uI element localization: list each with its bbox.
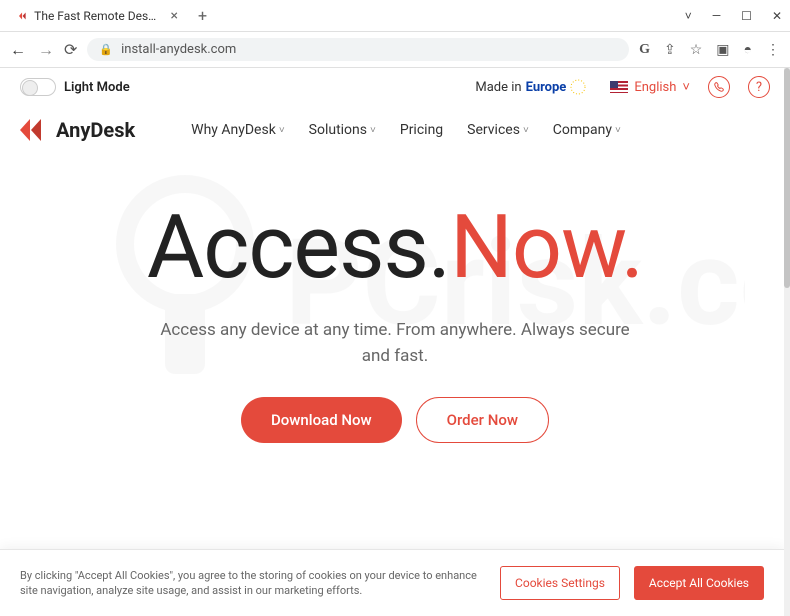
main-nav: AnyDesk Why AnyDesk˅ Solutions˅ Pricing … xyxy=(0,106,790,154)
hero-title: Access.Now. xyxy=(60,204,730,292)
minimize-icon[interactable]: — xyxy=(712,9,721,23)
cookie-banner: By clicking "Accept All Cookies", you ag… xyxy=(0,549,784,616)
nav-why-anydesk[interactable]: Why AnyDesk˅ xyxy=(191,122,285,138)
lightmode-label: Light Mode xyxy=(64,80,130,95)
eu-stars-icon xyxy=(570,79,586,95)
language-label: English xyxy=(634,80,676,95)
lightmode-toggle[interactable] xyxy=(20,78,56,96)
bookmark-star-icon[interactable]: ☆ xyxy=(690,42,703,58)
phone-icon[interactable] xyxy=(708,76,730,98)
nav-solutions[interactable]: Solutions˅ xyxy=(309,122,376,138)
download-now-button[interactable]: Download Now xyxy=(241,397,402,443)
tab-favicon-icon xyxy=(18,9,28,23)
logo[interactable]: AnyDesk xyxy=(20,118,135,142)
nav-label: Pricing xyxy=(400,122,443,138)
back-icon[interactable]: ← xyxy=(10,40,26,60)
cookie-text: By clicking "Accept All Cookies", you ag… xyxy=(20,568,486,599)
nav-label: Services xyxy=(467,122,520,138)
nav-links: Why AnyDesk˅ Solutions˅ Pricing Services… xyxy=(191,122,621,138)
scrollbar-track[interactable] xyxy=(784,68,790,616)
browser-tab[interactable]: The Fast Remote Desktop Applic × xyxy=(8,4,188,28)
tab-close-icon[interactable]: × xyxy=(171,8,178,24)
chevron-down-icon: ˅ xyxy=(279,125,285,136)
help-icon[interactable]: ? xyxy=(748,76,770,98)
nav-label: Why AnyDesk xyxy=(191,122,276,138)
tab-title: The Fast Remote Desktop Applic xyxy=(34,9,160,23)
google-icon[interactable]: G xyxy=(639,42,650,58)
share-icon[interactable]: ⇪ xyxy=(664,42,676,58)
chevron-down-icon: ˅ xyxy=(615,125,621,136)
chevron-down-icon: ˅ xyxy=(523,125,529,136)
url-text: install-anydesk.com xyxy=(121,42,236,57)
language-selector[interactable]: English ˅ xyxy=(610,79,690,95)
maximize-icon[interactable]: ☐ xyxy=(741,9,752,23)
chevron-down-icon: ˅ xyxy=(370,125,376,136)
nav-label: Company xyxy=(553,122,612,138)
extensions-icon[interactable]: ▣ xyxy=(716,42,729,58)
chevron-down-icon: ˅ xyxy=(682,79,690,95)
reload-icon[interactable]: ⟳ xyxy=(64,40,77,59)
logo-mark-icon xyxy=(20,118,50,142)
hero-title-now: Now. xyxy=(450,196,643,299)
hero-title-access: Access. xyxy=(147,196,450,299)
nav-company[interactable]: Company˅ xyxy=(553,122,621,138)
nav-pricing[interactable]: Pricing xyxy=(400,122,443,138)
hero-subtitle: Access any device at any time. From anyw… xyxy=(145,318,645,369)
made-in-region: Europe xyxy=(526,80,567,95)
accept-cookies-button[interactable]: Accept All Cookies xyxy=(634,566,764,600)
toolbar-icons: G ⇪ ☆ ▣ ◓ ⋮ xyxy=(639,41,780,58)
nav-arrows: ← → xyxy=(10,40,54,60)
nav-label: Solutions xyxy=(309,122,367,138)
dropdown-icon[interactable]: ˅ xyxy=(685,9,692,23)
new-tab-button[interactable]: + xyxy=(198,6,207,25)
forward-icon[interactable]: → xyxy=(38,40,54,60)
profile-icon[interactable]: ◓ xyxy=(744,41,752,58)
order-now-button[interactable]: Order Now xyxy=(416,397,549,443)
page-top-strip: Light Mode Made in Europe English ˅ ? xyxy=(0,68,790,106)
browser-titlebar: The Fast Remote Desktop Applic × + ˅ — ☐… xyxy=(0,0,790,32)
hero-buttons: Download Now Order Now xyxy=(60,397,730,443)
window-controls: ˅ — ☐ ✕ xyxy=(685,9,782,23)
address-bar[interactable]: 🔒 install-anydesk.com xyxy=(87,38,629,61)
logo-text: AnyDesk xyxy=(56,118,135,142)
close-window-icon[interactable]: ✕ xyxy=(772,9,782,23)
us-flag-icon xyxy=(610,81,628,93)
cookies-settings-button[interactable]: Cookies Settings xyxy=(500,566,620,600)
scrollbar-thumb[interactable] xyxy=(784,68,790,288)
hero-section: PCrisk.com Access.Now. Access any device… xyxy=(0,154,790,443)
lock-icon: 🔒 xyxy=(99,43,113,56)
nav-services[interactable]: Services˅ xyxy=(467,122,529,138)
browser-toolbar: ← → ⟳ 🔒 install-anydesk.com G ⇪ ☆ ▣ ◓ ⋮ xyxy=(0,32,790,68)
menu-icon[interactable]: ⋮ xyxy=(766,42,780,58)
made-in-label: Made in Europe xyxy=(475,79,586,95)
made-in-prefix: Made in xyxy=(475,80,521,95)
